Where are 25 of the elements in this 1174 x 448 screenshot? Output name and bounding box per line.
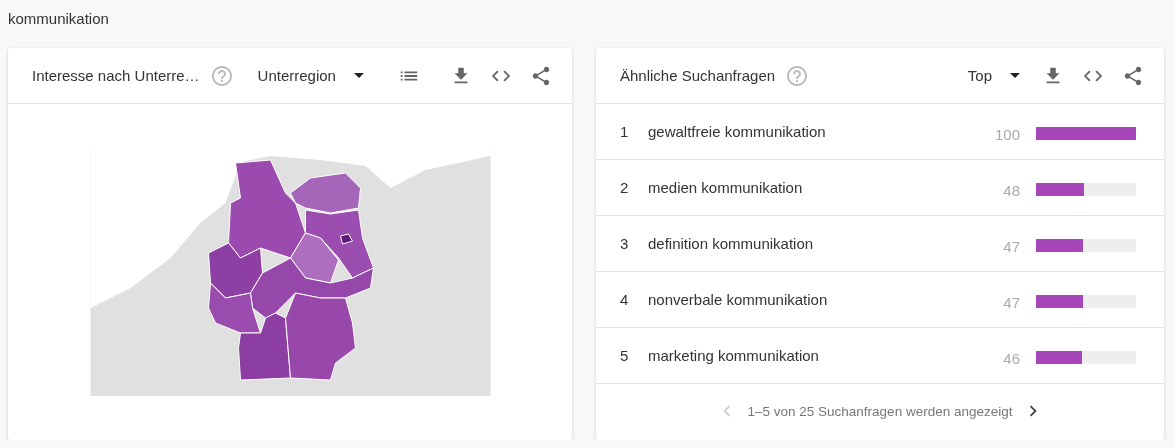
card-title: Interesse nach Unterre… (32, 67, 200, 84)
query-link[interactable]: gewaltfreie kommunikation (648, 123, 826, 140)
interest-value: 46 (1003, 350, 1020, 367)
interest-value: 47 (1003, 294, 1020, 311)
sort-dropdown[interactable]: Top (963, 63, 1028, 88)
caret-icon (1010, 73, 1020, 78)
interest-value: 48 (1003, 182, 1020, 199)
share-icon (530, 64, 552, 87)
card-title: Ähnliche Suchanfragen (620, 67, 776, 84)
query-link[interactable]: medien kommunikation (648, 179, 803, 196)
interest-value: 100 (994, 126, 1020, 143)
interest-value: 47 (1003, 238, 1020, 255)
rank-number: 5 (620, 347, 629, 364)
query-link[interactable]: marketing kommunikation (648, 347, 819, 364)
rank-number: 4 (620, 291, 629, 308)
rank-number: 1 (620, 123, 629, 140)
rank-number: 3 (620, 235, 629, 252)
query-link[interactable]: nonverbale kommunikation (648, 291, 828, 308)
share-icon (1122, 64, 1144, 87)
query-link[interactable]: definition kommunikation (648, 235, 814, 252)
resolution-dropdown[interactable]: Unterregion (253, 63, 372, 88)
pagination-text: 1–5 von 25 Suchanfragen werden angezeigt (747, 403, 1013, 419)
rank-number: 2 (620, 179, 629, 196)
page-title: kommunikation (8, 9, 109, 27)
caret-icon (353, 73, 364, 78)
